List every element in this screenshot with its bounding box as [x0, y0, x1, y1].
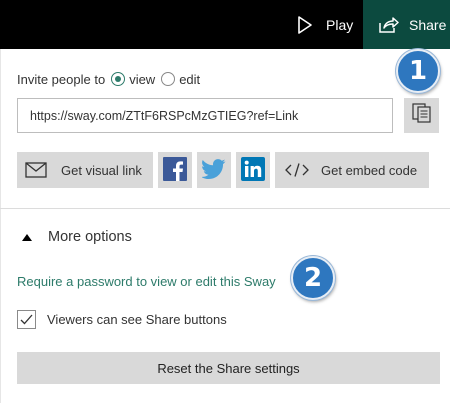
twitter-button[interactable] [197, 152, 231, 188]
viewers-share-buttons-checkbox[interactable] [17, 309, 36, 329]
radio-view-label: view [129, 71, 156, 87]
play-label: Play [326, 16, 354, 33]
share-link-input[interactable] [17, 98, 393, 133]
require-password-link[interactable]: Require a password to view or edit this … [17, 274, 276, 289]
radio-edit-label: edit [179, 71, 201, 87]
facebook-icon [163, 156, 187, 184]
section-divider [0, 208, 450, 209]
share-buttons-row: Get visual link Get embed code [17, 152, 429, 188]
mail-icon [25, 162, 49, 178]
viewers-share-buttons-label: Viewers can see Share buttons [47, 311, 227, 327]
get-visual-link-button[interactable]: Get visual link [17, 152, 153, 188]
radio-edit[interactable]: edit [161, 72, 200, 87]
copy-icon [411, 102, 433, 129]
play-button[interactable]: Play [276, 0, 363, 49]
copy-link-button[interactable] [404, 98, 439, 133]
step-badge-1: 1 [396, 49, 440, 93]
play-icon [294, 14, 316, 36]
invite-label: Invite people to [17, 71, 106, 87]
get-visual-link-label: Get visual link [61, 162, 142, 178]
code-icon [285, 163, 309, 177]
radio-edit-dot [161, 72, 176, 86]
radio-view[interactable]: view [111, 72, 155, 87]
linkedin-button[interactable] [236, 152, 270, 188]
get-embed-code-label: Get embed code [321, 162, 418, 178]
reset-share-settings-button[interactable]: Reset the Share settings [17, 352, 440, 384]
invite-row: Invite people to view edit [17, 69, 200, 89]
share-icon [377, 14, 399, 36]
facebook-button[interactable] [158, 152, 192, 188]
viewers-share-buttons-option[interactable]: Viewers can see Share buttons [17, 308, 227, 330]
linkedin-icon [241, 156, 265, 184]
get-embed-code-button[interactable]: Get embed code [275, 152, 429, 188]
step-badge-2: 2 [291, 256, 335, 300]
more-options-label: More options [48, 229, 132, 245]
checkmark-icon [20, 314, 33, 324]
radio-view-dot [111, 72, 126, 86]
share-label: Share [409, 16, 447, 33]
more-options-toggle[interactable]: More options [22, 227, 132, 247]
share-button[interactable]: Share [363, 0, 450, 49]
caret-up-icon [22, 233, 32, 241]
twitter-icon [201, 158, 226, 182]
top-bar: Play Share [0, 0, 450, 49]
